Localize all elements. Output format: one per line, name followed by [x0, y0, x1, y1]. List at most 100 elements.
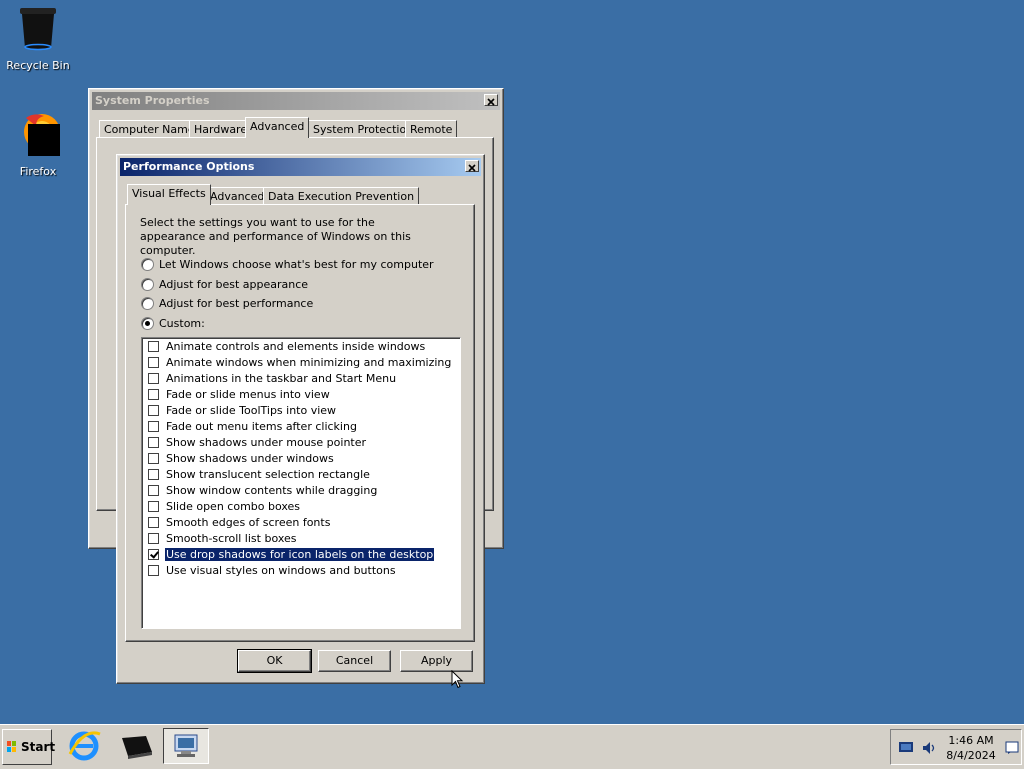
list-item[interactable]: Animate controls and elements inside win…: [148, 339, 426, 355]
checkbox[interactable]: [148, 372, 159, 384]
tab-system-protection[interactable]: System Protection: [308, 120, 419, 138]
tab-data-execution-prevention[interactable]: Data Execution Prevention: [263, 187, 420, 205]
checkbox[interactable]: [148, 564, 159, 576]
start-label: Start: [21, 740, 56, 754]
list-item[interactable]: Fade or slide menus into view: [148, 387, 331, 403]
firefox-icon: [24, 114, 60, 156]
checkbox[interactable]: [148, 452, 159, 464]
list-item[interactable]: Slide open combo boxes: [148, 499, 301, 515]
cancel-button[interactable]: Cancel: [318, 650, 391, 672]
checkbox[interactable]: [148, 484, 159, 496]
visual-effects-list[interactable]: Animate controls and elements inside win…: [141, 337, 461, 629]
tab-computer-name[interactable]: Computer Name: [99, 120, 200, 138]
apply-button[interactable]: Apply: [400, 650, 473, 672]
radio-label: Let Windows choose what's best for my co…: [159, 258, 434, 271]
list-item-label: Show shadows under mouse pointer: [166, 436, 367, 449]
radio-best-appearance[interactable]: Adjust for best appearance: [141, 277, 308, 293]
list-item-label: Show window contents while dragging: [166, 484, 378, 497]
start-button[interactable]: Start: [2, 729, 56, 765]
tab-advanced[interactable]: Advanced: [245, 117, 310, 138]
ok-button[interactable]: OK: [237, 649, 312, 673]
list-item-label: Fade out menu items after clicking: [166, 420, 357, 433]
taskbar-media-device[interactable]: [116, 728, 162, 764]
checkbox[interactable]: [148, 404, 159, 416]
radio-label: Custom:: [159, 317, 205, 330]
checkbox[interactable]: [148, 436, 159, 448]
clock[interactable]: 1:46 AM 8/4/2024: [943, 733, 999, 763]
action-center-icon[interactable]: [1005, 741, 1019, 755]
checkbox[interactable]: [148, 500, 159, 512]
computer-icon: [174, 734, 198, 757]
tab-hardware[interactable]: Hardware: [189, 120, 253, 138]
close-icon: [468, 164, 476, 172]
list-item[interactable]: Show shadows under windows: [148, 451, 335, 467]
list-item-label: Fade or slide ToolTips into view: [166, 404, 337, 417]
system-properties-titlebar[interactable]: System Properties: [92, 92, 500, 110]
clock-time: 1:46 AM: [948, 734, 994, 747]
checkbox[interactable]: [148, 388, 159, 400]
recycle-bin-label: Recycle Bin: [6, 59, 70, 72]
storage-device-icon: [122, 736, 152, 759]
radio-button-selected: [141, 316, 154, 330]
list-item-label: Animate controls and elements inside win…: [166, 340, 426, 353]
radio-let-windows-choose[interactable]: Let Windows choose what's best for my co…: [141, 257, 434, 273]
internet-explorer-icon: [68, 731, 101, 761]
radio-custom[interactable]: Custom:: [141, 316, 205, 332]
list-item[interactable]: Animate windows when minimizing and maxi…: [148, 355, 452, 371]
tab-advanced-performance[interactable]: Advanced: [205, 187, 270, 205]
list-item-label: Animate windows when minimizing and maxi…: [166, 356, 452, 369]
checkbox[interactable]: [148, 340, 159, 352]
checkbox[interactable]: [148, 420, 159, 432]
list-item-label: Show translucent selection rectangle: [166, 468, 370, 481]
network-icon[interactable]: [899, 742, 913, 754]
list-item-label: Animations in the taskbar and Start Menu: [166, 372, 397, 385]
list-item-label: Fade or slide menus into view: [166, 388, 330, 401]
list-item-label: Use drop shadows for icon labels on the …: [163, 547, 436, 562]
tab-remote[interactable]: Remote: [405, 120, 458, 138]
volume-icon[interactable]: [921, 741, 937, 755]
taskbar-system-properties[interactable]: [163, 728, 209, 764]
tab-visual-effects[interactable]: Visual Effects: [127, 184, 211, 205]
recycle-bin-icon: [20, 8, 56, 51]
radio-button: [141, 296, 154, 310]
radio-button: [141, 277, 154, 291]
list-item-label: Smooth edges of screen fonts: [166, 516, 331, 529]
list-item[interactable]: Show window contents while dragging: [148, 483, 378, 499]
list-item-label: Smooth-scroll list boxes: [166, 532, 297, 545]
radio-best-performance[interactable]: Adjust for best performance: [141, 296, 313, 312]
list-item[interactable]: Fade out menu items after clicking: [148, 419, 358, 435]
taskbar-internet-explorer[interactable]: [66, 728, 112, 764]
list-item[interactable]: Show shadows under mouse pointer: [148, 435, 367, 451]
recycle-bin-desktop-icon[interactable]: Recycle Bin: [0, 6, 76, 72]
system-properties-title: System Properties: [95, 94, 210, 107]
list-item-selected[interactable]: Use drop shadows for icon labels on the …: [148, 547, 436, 563]
list-item-label: Show shadows under windows: [166, 452, 334, 465]
checkbox-checked[interactable]: [148, 548, 159, 560]
list-item[interactable]: Animations in the taskbar and Start Menu: [148, 371, 397, 387]
radio-label: Adjust for best appearance: [159, 278, 309, 291]
clock-date: 8/4/2024: [946, 749, 996, 762]
windows-logo-icon: [7, 741, 16, 752]
performance-options-title: Performance Options: [123, 160, 255, 173]
list-item-label: Use visual styles on windows and buttons: [166, 564, 396, 577]
system-tray: 1:46 AM 8/4/2024: [890, 729, 1022, 765]
close-icon: [487, 98, 495, 106]
list-item[interactable]: Smooth edges of screen fonts: [148, 515, 331, 531]
checkbox[interactable]: [148, 468, 159, 480]
checkbox[interactable]: [148, 356, 159, 368]
list-item-label: Slide open combo boxes: [166, 500, 301, 513]
system-properties-close-button[interactable]: [484, 94, 498, 106]
performance-options-titlebar[interactable]: Performance Options: [120, 158, 481, 176]
list-item[interactable]: Use visual styles on windows and buttons: [148, 563, 397, 579]
firefox-label: Firefox: [19, 165, 57, 178]
radio-button: [141, 257, 154, 271]
firefox-desktop-icon[interactable]: Firefox: [0, 110, 76, 178]
list-item[interactable]: Fade or slide ToolTips into view: [148, 403, 337, 419]
radio-label: Adjust for best performance: [159, 297, 314, 310]
list-item[interactable]: Show translucent selection rectangle: [148, 467, 371, 483]
checkbox[interactable]: [148, 516, 159, 528]
checkbox[interactable]: [148, 532, 159, 544]
taskbar: Start 1:46 AM 8/4/2024: [0, 724, 1024, 769]
performance-options-close-button[interactable]: [465, 160, 479, 172]
list-item[interactable]: Smooth-scroll list boxes: [148, 531, 298, 547]
